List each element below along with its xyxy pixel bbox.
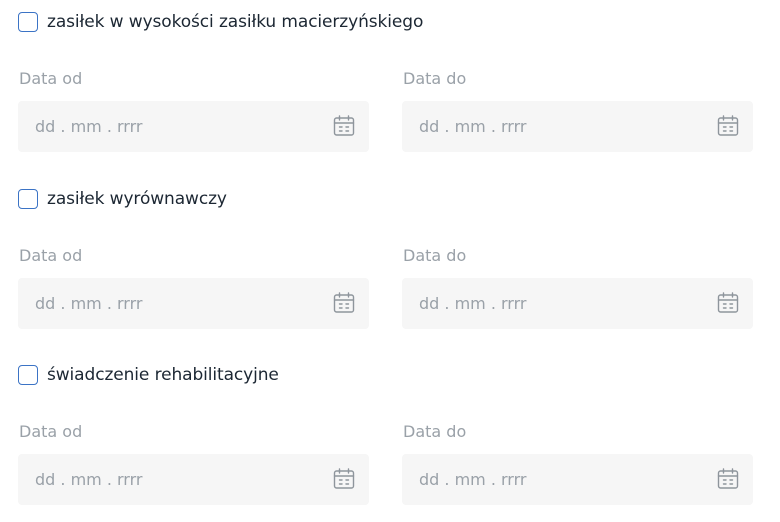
date-from-label: Data od bbox=[19, 422, 83, 441]
date-from-box[interactable] bbox=[18, 101, 369, 152]
date-to-label: Data do bbox=[403, 69, 467, 88]
benefit-checkbox[interactable] bbox=[18, 12, 38, 32]
date-to-input[interactable] bbox=[419, 117, 699, 136]
date-from-field: Data od bbox=[18, 245, 369, 329]
date-from-box[interactable] bbox=[18, 454, 369, 505]
benefit-checkbox-label: zasiłek w wysokości zasiłku macierzyński… bbox=[47, 12, 424, 32]
calendar-icon[interactable] bbox=[332, 467, 356, 491]
calendar-icon[interactable] bbox=[716, 114, 740, 138]
date-from-input[interactable] bbox=[35, 117, 315, 136]
benefit-checkbox[interactable] bbox=[18, 365, 38, 385]
date-from-field: Data od bbox=[18, 68, 369, 152]
date-from-label: Data od bbox=[19, 69, 83, 88]
date-from-input[interactable] bbox=[35, 294, 315, 313]
date-to-field: Data do bbox=[402, 68, 753, 152]
date-to-box[interactable] bbox=[402, 454, 753, 505]
date-to-field: Data do bbox=[402, 245, 753, 329]
date-from-field: Data od bbox=[18, 421, 369, 505]
date-to-field: Data do bbox=[402, 421, 753, 505]
date-from-label: Data od bbox=[19, 246, 83, 265]
benefit-option-compensatory[interactable]: zasiłek wyrównawczy bbox=[18, 187, 227, 211]
benefit-option-maternity-equivalent[interactable]: zasiłek w wysokości zasiłku macierzyński… bbox=[18, 10, 423, 34]
calendar-icon[interactable] bbox=[716, 467, 740, 491]
date-from-box[interactable] bbox=[18, 278, 369, 329]
date-to-label: Data do bbox=[403, 422, 467, 441]
calendar-icon[interactable] bbox=[332, 114, 356, 138]
date-from-input[interactable] bbox=[35, 470, 315, 489]
calendar-icon[interactable] bbox=[716, 291, 740, 315]
date-to-box[interactable] bbox=[402, 278, 753, 329]
date-to-input[interactable] bbox=[419, 294, 699, 313]
calendar-icon[interactable] bbox=[332, 291, 356, 315]
date-to-box[interactable] bbox=[402, 101, 753, 152]
benefit-checkbox[interactable] bbox=[18, 189, 38, 209]
benefit-checkbox-label: świadczenie rehabilitacyjne bbox=[47, 365, 279, 385]
date-to-label: Data do bbox=[403, 246, 467, 265]
benefit-checkbox-label: zasiłek wyrównawczy bbox=[47, 189, 227, 209]
benefit-option-rehabilitation[interactable]: świadczenie rehabilitacyjne bbox=[18, 363, 279, 387]
benefit-dates-form: zasiłek w wysokości zasiłku macierzyński… bbox=[0, 0, 780, 522]
date-to-input[interactable] bbox=[419, 470, 699, 489]
